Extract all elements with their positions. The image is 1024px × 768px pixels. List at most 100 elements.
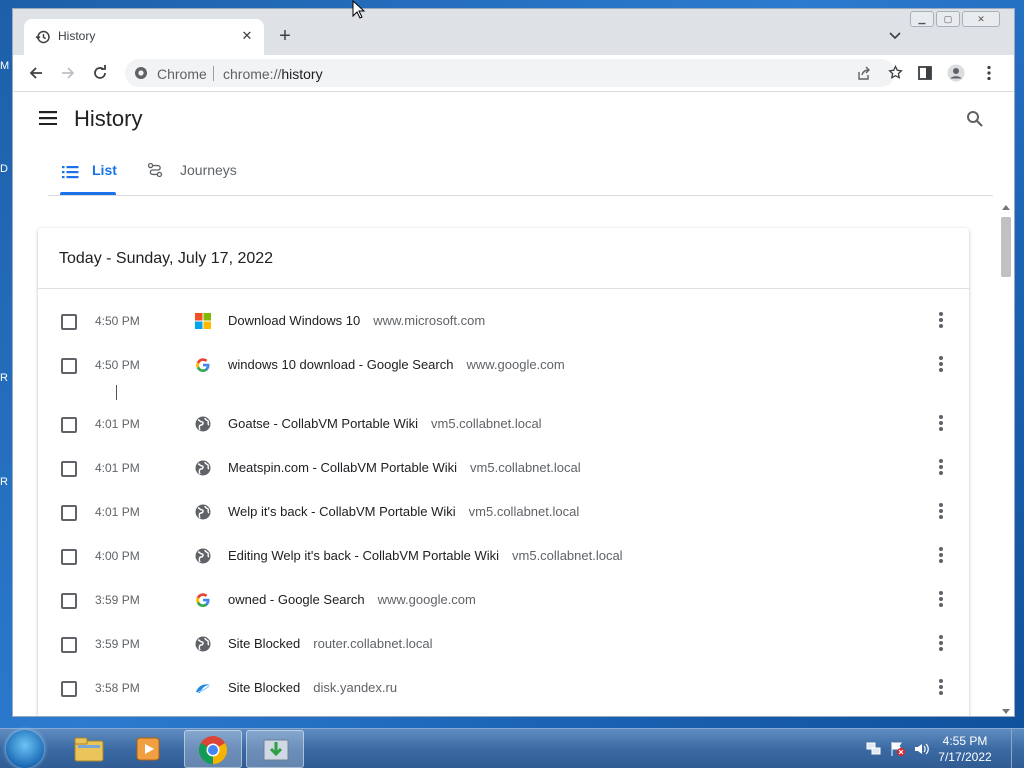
page-title-link[interactable]: Goatse - CollabVM Portable Wiki <box>228 416 418 431</box>
desktop-icon-label[interactable]: R <box>0 372 10 384</box>
share-icon[interactable] <box>856 66 871 81</box>
history-link[interactable]: Download Windows 10 www.microsoft.com <box>228 313 485 328</box>
taskbar-media-player[interactable] <box>120 730 178 768</box>
globe-icon <box>195 504 211 520</box>
history-link[interactable]: Meatspin.com - CollabVM Portable Wiki vm5… <box>228 460 581 475</box>
bookmark-star-icon[interactable] <box>888 65 903 80</box>
row-checkbox[interactable] <box>61 358 77 374</box>
scroll-down-arrow-icon[interactable] <box>1002 709 1010 714</box>
volume-icon[interactable] <box>914 741 930 757</box>
more-actions-icon[interactable] <box>939 635 943 651</box>
scroll-up-arrow-icon[interactable] <box>1002 205 1010 210</box>
history-link[interactable]: owned - Google Search www.google.com <box>228 592 476 607</box>
page-title-link[interactable]: Download Windows 10 <box>228 313 360 328</box>
history-row[interactable]: 4:50 PM windows 10 download - Google Sear… <box>38 344 969 388</box>
profile-avatar-icon[interactable] <box>947 64 965 82</box>
minimize-button[interactable]: ▁ <box>910 11 934 27</box>
site-label: Chrome <box>157 66 207 82</box>
side-panel-icon[interactable] <box>916 64 934 82</box>
taskbar-chrome[interactable] <box>184 730 242 768</box>
system-clock[interactable]: 4:55 PM 7/17/2022 <box>930 733 1000 765</box>
google-icon <box>195 357 211 373</box>
forward-arrow-icon[interactable] <box>59 64 77 82</box>
page-domain: vm5.collabnet.local <box>470 460 581 475</box>
installer-icon <box>263 739 289 761</box>
search-icon[interactable] <box>966 110 984 128</box>
more-actions-icon[interactable] <box>939 591 943 607</box>
more-actions-icon[interactable] <box>939 415 943 431</box>
page-title-link[interactable]: owned - Google Search <box>228 592 365 607</box>
tab-list[interactable]: List <box>48 162 117 195</box>
url-text[interactable]: chrome://history <box>223 66 323 82</box>
row-checkbox[interactable] <box>61 637 77 653</box>
more-actions-icon[interactable] <box>939 459 943 475</box>
maximize-button[interactable]: ▢ <box>936 11 960 27</box>
page-domain: vm5.collabnet.local <box>512 548 623 563</box>
page-title-link[interactable]: Site Blocked <box>228 680 300 695</box>
history-row[interactable]: 4:00 PM Editing Welp it's back - CollabVM… <box>38 535 969 579</box>
start-button[interactable] <box>6 730 44 768</box>
reload-icon[interactable] <box>91 64 109 82</box>
close-window-button[interactable]: ✕ <box>962 11 1000 27</box>
taskbar-installer[interactable] <box>246 730 304 768</box>
history-row[interactable]: 3:59 PM owned - Google Search www.google.c… <box>38 579 969 623</box>
history-row[interactable]: 4:01 PM Goatse - CollabVM Portable Wiki vm… <box>38 403 969 447</box>
tab-journeys[interactable]: Journeys <box>146 162 246 195</box>
network-icon[interactable] <box>866 741 882 757</box>
kebab-menu-icon[interactable] <box>980 64 998 82</box>
history-link[interactable]: Welp it's back - CollabVM Portable Wiki v… <box>228 504 579 519</box>
row-checkbox[interactable] <box>61 593 77 609</box>
new-tab-button[interactable]: + <box>275 26 295 46</box>
chrome-icon <box>199 736 227 764</box>
history-link[interactable]: Site Blocked disk.yandex.ru <box>228 680 397 695</box>
more-actions-icon[interactable] <box>939 547 943 563</box>
history-row[interactable]: 3:59 PM Site Blocked router.collabnet.loca… <box>38 623 969 667</box>
more-actions-icon[interactable] <box>939 503 943 519</box>
desktop-icon-label[interactable]: M <box>0 60 10 72</box>
page-title-link[interactable]: Site Blocked <box>228 636 300 651</box>
tab-history[interactable]: History ✕ <box>24 19 264 55</box>
desktop-icon-label[interactable]: D <box>0 163 10 175</box>
history-link[interactable]: Goatse - CollabVM Portable Wiki vm5.colla… <box>228 416 542 431</box>
page-title-link[interactable]: windows 10 download - Google Search <box>228 357 453 372</box>
chrome-window: History ✕ + ▁ ▢ ✕ Chrome chrome://histor… <box>12 8 1015 717</box>
date-header: Today - Sunday, July 17, 2022 <box>38 228 969 289</box>
history-row[interactable]: 4:01 PM Meatspin.com - CollabVM Portable … <box>38 447 969 491</box>
page-title-link[interactable]: Welp it's back - CollabVM Portable Wiki <box>228 504 456 519</box>
history-row[interactable]: 4:01 PM Welp it's back - CollabVM Portabl… <box>38 491 969 535</box>
history-link[interactable]: Site Blocked router.collabnet.local <box>228 636 433 651</box>
more-actions-icon[interactable] <box>939 356 943 372</box>
page-scrollbar[interactable] <box>998 201 1014 716</box>
row-checkbox[interactable] <box>61 549 77 565</box>
chevron-down-icon[interactable] <box>888 29 902 43</box>
hamburger-menu-icon[interactable] <box>39 111 57 125</box>
taskbar-explorer[interactable] <box>60 730 118 768</box>
row-checkbox[interactable] <box>61 314 77 330</box>
row-checkbox[interactable] <box>61 505 77 521</box>
page-domain: router.collabnet.local <box>313 636 433 651</box>
more-actions-icon[interactable] <box>939 312 943 328</box>
history-row[interactable]: 3:58 PM Site Blocked disk.yandex.ru <box>38 667 969 711</box>
show-desktop-button[interactable] <box>1011 729 1024 768</box>
more-actions-icon[interactable] <box>939 679 943 695</box>
row-checkbox[interactable] <box>61 417 77 433</box>
chrome-site-icon[interactable] <box>134 66 148 80</box>
browser-toolbar: Chrome chrome://history <box>13 55 1014 92</box>
page-title-link[interactable]: Meatspin.com - CollabVM Portable Wiki <box>228 460 457 475</box>
tab-journeys-label: Journeys <box>180 162 237 178</box>
scroll-thumb[interactable] <box>1001 217 1011 277</box>
globe-icon <box>195 636 211 652</box>
row-checkbox[interactable] <box>61 461 77 477</box>
back-arrow-icon[interactable] <box>27 64 45 82</box>
taskbar: 4:55 PM 7/17/2022 <box>0 728 1024 768</box>
desktop-icon-label[interactable]: R <box>0 476 10 488</box>
page-header: History <box>13 92 1014 148</box>
page-title-link[interactable]: Editing Welp it's back - CollabVM Portab… <box>228 548 499 563</box>
address-bar[interactable]: Chrome chrome://history <box>125 59 903 87</box>
row-checkbox[interactable] <box>61 681 77 697</box>
history-link[interactable]: windows 10 download - Google Search www.g… <box>228 357 565 372</box>
action-center-flag-icon[interactable] <box>890 741 906 757</box>
close-tab-icon[interactable]: ✕ <box>239 28 255 44</box>
history-row[interactable]: 4:50 PM Download Windows 10 www.microsoft.… <box>38 300 969 344</box>
history-link[interactable]: Editing Welp it's back - CollabVM Portab… <box>228 548 623 563</box>
